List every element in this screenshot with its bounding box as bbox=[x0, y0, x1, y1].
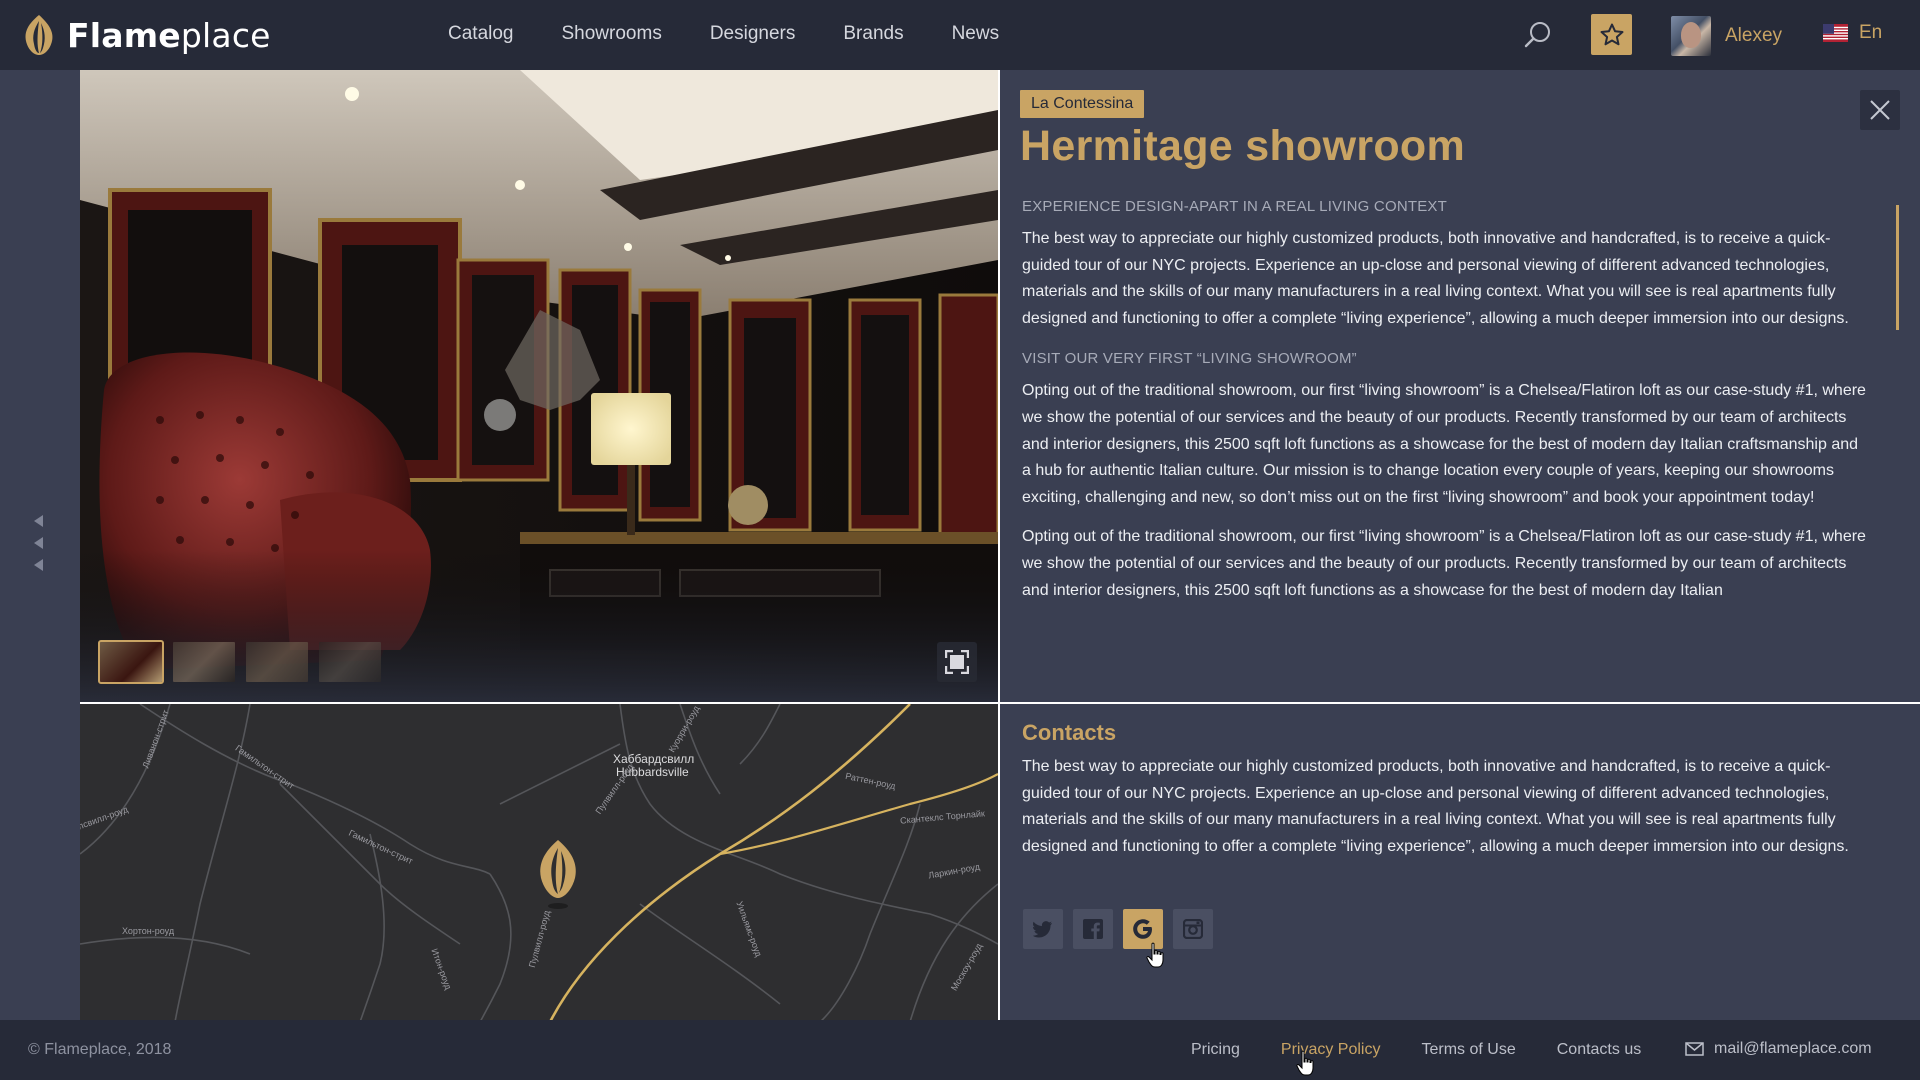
section-heading: Visit our very first “living showroom” bbox=[1022, 350, 1357, 368]
photo-gallery[interactable] bbox=[80, 70, 998, 702]
favorites-button[interactable] bbox=[1591, 14, 1632, 55]
showroom-photo bbox=[80, 70, 998, 702]
fullscreen-button[interactable] bbox=[937, 642, 977, 682]
arrow-left-icon bbox=[34, 559, 43, 571]
logo[interactable]: Flameplace bbox=[22, 10, 271, 60]
mail-icon bbox=[1685, 1042, 1704, 1056]
facebook-button[interactable] bbox=[1073, 909, 1113, 949]
thumbnail[interactable] bbox=[98, 640, 164, 684]
us-flag-icon bbox=[1823, 24, 1848, 42]
main-nav: Catalog Showrooms Designers Brands News bbox=[448, 23, 1047, 45]
contacts-section: Contacts The best way to appreciate our … bbox=[998, 702, 1920, 1020]
arrow-left-icon bbox=[34, 515, 43, 527]
section-heading: Experience design-apart in a real living… bbox=[1022, 198, 1447, 215]
logo-text: Flameplace bbox=[67, 15, 271, 55]
brand-tag[interactable]: La Contessina bbox=[1020, 90, 1145, 118]
hand-cursor-icon bbox=[1146, 942, 1164, 968]
thumbnail[interactable] bbox=[246, 642, 308, 682]
description[interactable]: Experience design-apart in a real living… bbox=[1022, 198, 1866, 730]
close-icon bbox=[1870, 100, 1890, 120]
fullscreen-icon bbox=[945, 650, 969, 674]
footer-link-pricing[interactable]: Pricing bbox=[1191, 1041, 1240, 1059]
social-links bbox=[1023, 909, 1223, 949]
footer-email: mail@flameplace.com bbox=[1714, 1040, 1872, 1057]
hand-cursor-icon bbox=[1296, 1050, 1314, 1076]
contacts-text: The best way to appreciate our highly cu… bbox=[1022, 758, 1849, 855]
footer-email-link[interactable]: mail@flameplace.com bbox=[1685, 1040, 1872, 1058]
map-roads bbox=[80, 704, 998, 1020]
close-button[interactable] bbox=[1860, 90, 1900, 130]
side-arrows[interactable] bbox=[34, 515, 43, 581]
user-name: Alexey bbox=[1725, 25, 1783, 46]
top-header: Flameplace Catalog Showrooms Designers B… bbox=[0, 0, 1920, 70]
copyright: © Flameplace, 2018 bbox=[28, 1041, 172, 1058]
google-icon bbox=[1133, 919, 1152, 939]
star-icon bbox=[1600, 23, 1623, 45]
user-menu[interactable]: Alexey bbox=[1671, 16, 1782, 56]
showroom-details: La Contessina Hermitage showroom Experie… bbox=[998, 70, 1920, 702]
thumbnail[interactable] bbox=[319, 642, 381, 682]
arrow-left-icon bbox=[34, 537, 43, 549]
section-text: Opting out of the traditional showroom, … bbox=[1022, 528, 1866, 599]
avatar bbox=[1671, 16, 1711, 56]
nav-designers[interactable]: Designers bbox=[710, 23, 796, 45]
facebook-icon bbox=[1083, 919, 1103, 939]
twitter-icon bbox=[1033, 921, 1052, 938]
section-text: The best way to appreciate our highly cu… bbox=[1022, 230, 1849, 327]
nav-brands[interactable]: Brands bbox=[843, 23, 903, 45]
location-map[interactable]: Хаббардсвилл Hubbardsville Гамильтон-стр… bbox=[80, 702, 998, 1020]
language-label: En bbox=[1859, 22, 1883, 43]
thumbnail-strip bbox=[98, 640, 392, 684]
flame-logo-icon bbox=[25, 15, 53, 55]
footer-link-contacts[interactable]: Contacts us bbox=[1557, 1041, 1641, 1059]
nav-catalog[interactable]: Catalog bbox=[448, 23, 514, 45]
instagram-icon bbox=[1183, 919, 1203, 939]
instagram-button[interactable] bbox=[1173, 909, 1213, 949]
page-title: Hermitage showroom bbox=[1020, 122, 1466, 170]
scrollbar[interactable] bbox=[1896, 205, 1899, 330]
footer-link-terms[interactable]: Terms of Use bbox=[1421, 1041, 1515, 1059]
thumbnail[interactable] bbox=[173, 642, 235, 682]
footer: © Flameplace, 2018 Pricing Privacy Polic… bbox=[0, 1020, 1920, 1080]
language-switcher[interactable]: En bbox=[1823, 22, 1882, 44]
map-label: Хортон-роуд bbox=[122, 926, 175, 936]
search-icon[interactable] bbox=[1523, 20, 1553, 50]
twitter-button[interactable] bbox=[1023, 909, 1063, 949]
nav-showrooms[interactable]: Showrooms bbox=[562, 23, 662, 45]
contacts-title: Contacts bbox=[1022, 720, 1117, 745]
footer-links: Pricing Privacy Policy Terms of Use Cont… bbox=[1191, 1041, 1682, 1059]
nav-news[interactable]: News bbox=[952, 23, 1000, 45]
section-text: Opting out of the traditional showroom, … bbox=[1022, 382, 1866, 506]
